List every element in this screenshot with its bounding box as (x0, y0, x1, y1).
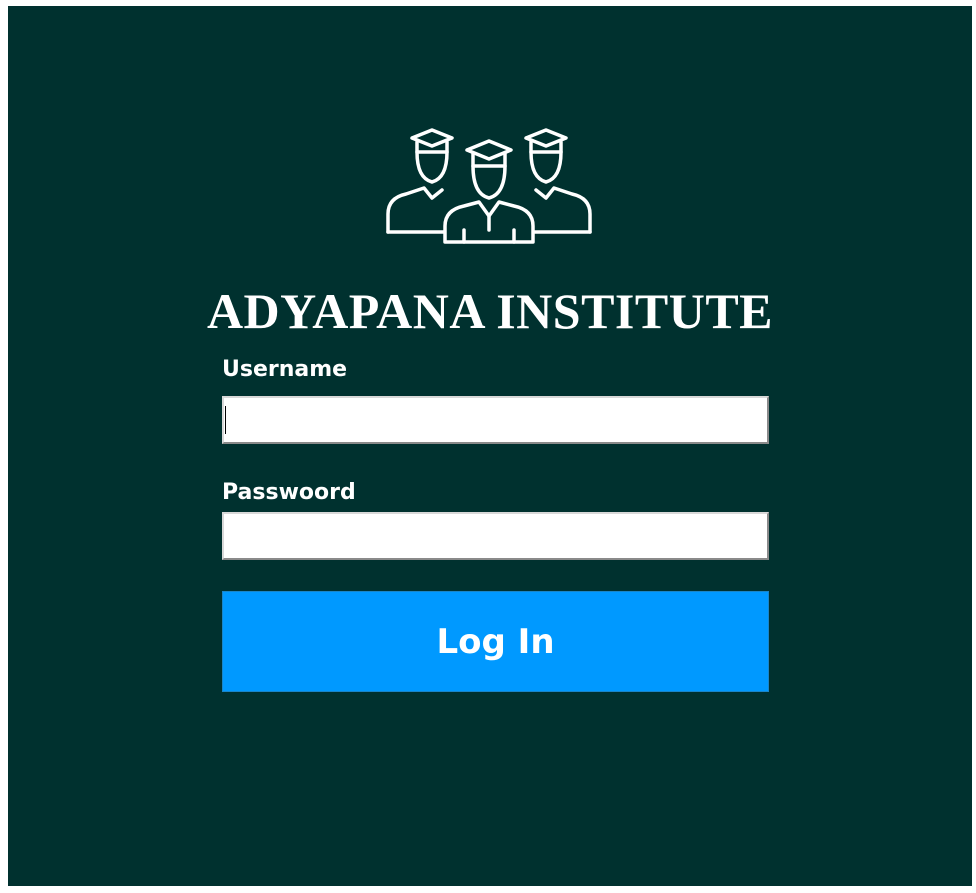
username-field[interactable] (222, 396, 769, 444)
password-label: Passwoord (222, 480, 356, 505)
app-title: ADYAPANA INSTITUTE (206, 283, 774, 339)
text-caret (225, 406, 226, 434)
graduates-group-icon (386, 128, 592, 244)
login-window: ADYAPANA INSTITUTE Username Passwoord Lo… (8, 6, 972, 886)
login-button[interactable]: Log In (222, 591, 769, 692)
username-label: Username (222, 357, 348, 382)
password-field[interactable] (222, 512, 769, 560)
